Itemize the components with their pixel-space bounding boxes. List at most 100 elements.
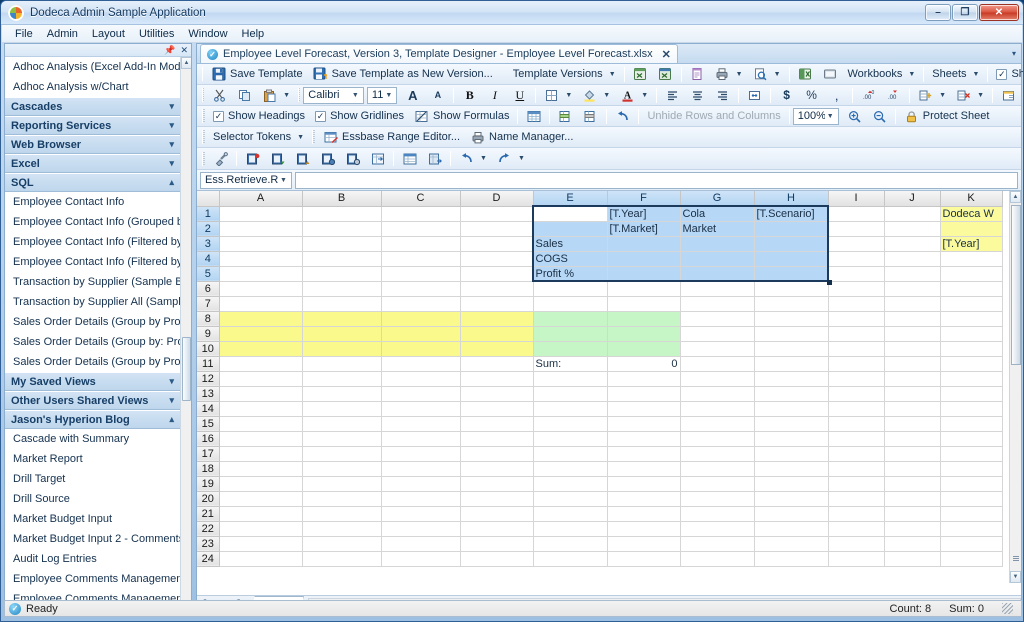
cell-A17[interactable]	[219, 446, 303, 462]
cell-H21[interactable]	[754, 506, 829, 522]
cell-F23[interactable]	[607, 536, 681, 552]
tree-scroll-thumb[interactable]	[182, 337, 191, 401]
row-header-12[interactable]: 12	[197, 371, 220, 387]
cell-H8[interactable]	[754, 311, 829, 327]
align-center-button[interactable]	[685, 86, 710, 105]
cell-J8[interactable]	[884, 311, 941, 327]
remove-only-button[interactable]	[340, 149, 365, 168]
column-header-j[interactable]: J	[884, 191, 941, 207]
cell-G4[interactable]	[680, 251, 755, 267]
cell-I5[interactable]	[828, 266, 885, 282]
close-button[interactable]: ✕	[979, 4, 1019, 21]
underline-button[interactable]: U	[507, 86, 532, 105]
cell-I7[interactable]	[828, 296, 885, 312]
cell-D22[interactable]	[460, 521, 534, 537]
cell-D9[interactable]	[460, 326, 534, 342]
row-header-16[interactable]: 16	[197, 431, 220, 447]
cell-J15[interactable]	[884, 416, 941, 432]
grid-vscroll-thumb[interactable]	[1011, 205, 1021, 365]
cell-K22[interactable]	[940, 521, 1003, 537]
cell-B17[interactable]	[302, 446, 382, 462]
scroll-up-icon[interactable]: ▲	[1010, 191, 1021, 203]
fill-color-button[interactable]: ▼	[577, 86, 615, 105]
cell-G12[interactable]	[680, 371, 755, 387]
cell-B22[interactable]	[302, 521, 382, 537]
row-header-24[interactable]: 24	[197, 551, 220, 567]
cell-F16[interactable]	[607, 431, 681, 447]
cell-K12[interactable]	[940, 371, 1003, 387]
cell-E17[interactable]	[533, 446, 608, 462]
cell-B8[interactable]	[302, 311, 382, 327]
cell-H3[interactable]	[754, 236, 829, 252]
cut-button[interactable]	[207, 86, 232, 105]
cell-G16[interactable]	[680, 431, 755, 447]
cell-F19[interactable]	[607, 476, 681, 492]
tree-item[interactable]: Drill Target	[5, 469, 180, 489]
resize-grip-icon[interactable]	[1002, 603, 1013, 614]
chevron-down-icon[interactable]: ▼	[825, 113, 836, 120]
unhide-rows-and-columns-button[interactable]: Unhide Rows and Columns	[642, 107, 785, 126]
cell-A1[interactable]	[219, 206, 303, 222]
toolbar-grip[interactable]	[202, 151, 205, 166]
cell-F9[interactable]	[607, 326, 681, 342]
cell-K19[interactable]	[940, 476, 1003, 492]
cell-C24[interactable]	[381, 551, 461, 567]
tree-item[interactable]: Employee Contact Info	[5, 192, 180, 212]
toolbar-grip[interactable]	[202, 130, 205, 144]
essbase-redo-button[interactable]: ▼	[492, 149, 530, 168]
column-header-c[interactable]: C	[381, 191, 461, 207]
toolbar-grip[interactable]	[298, 88, 301, 102]
template-versions-dropdown[interactable]: Template Versions ▼	[508, 65, 621, 84]
cell-C18[interactable]	[381, 461, 461, 477]
cell-F15[interactable]	[607, 416, 681, 432]
cell-C9[interactable]	[381, 326, 461, 342]
cell-D6[interactable]	[460, 281, 534, 297]
cell-E1[interactable]	[533, 206, 608, 222]
cell-I17[interactable]	[828, 446, 885, 462]
cell-J16[interactable]	[884, 431, 941, 447]
delete-sheet-rows-button[interactable]	[578, 107, 603, 126]
cell-F8[interactable]	[607, 311, 681, 327]
cell-E23[interactable]	[533, 536, 608, 552]
cell-H12[interactable]	[754, 371, 829, 387]
cell-D5[interactable]	[460, 266, 534, 282]
cell-C1[interactable]	[381, 206, 461, 222]
cell-D23[interactable]	[460, 536, 534, 552]
cell-K10[interactable]	[940, 341, 1003, 357]
cell-B14[interactable]	[302, 401, 382, 417]
cell-C21[interactable]	[381, 506, 461, 522]
cell-C14[interactable]	[381, 401, 461, 417]
cell-J1[interactable]	[884, 206, 941, 222]
cell-K9[interactable]	[940, 326, 1003, 342]
column-header-g[interactable]: G	[680, 191, 755, 207]
insert-cells-button[interactable]: ▼	[913, 86, 951, 105]
cell-E11[interactable]: Sum:	[533, 356, 608, 372]
cell-D21[interactable]	[460, 506, 534, 522]
cell-J13[interactable]	[884, 386, 941, 402]
cell-G23[interactable]	[680, 536, 755, 552]
cell-D19[interactable]	[460, 476, 534, 492]
cell-J20[interactable]	[884, 491, 941, 507]
import-from-excel-button[interactable]	[653, 65, 678, 84]
cell-G22[interactable]	[680, 521, 755, 537]
row-header-7[interactable]: 7	[197, 296, 220, 312]
cell-B12[interactable]	[302, 371, 382, 387]
cell-D7[interactable]	[460, 296, 534, 312]
borders-button[interactable]: ▼	[539, 86, 577, 105]
cell-F6[interactable]	[607, 281, 681, 297]
format-cells-button[interactable]	[996, 86, 1021, 105]
cell-C15[interactable]	[381, 416, 461, 432]
cell-K5[interactable]	[940, 266, 1003, 282]
cell-G8[interactable]	[680, 311, 755, 327]
formula-input[interactable]	[295, 171, 1018, 189]
currency-format-button[interactable]: $	[774, 86, 799, 105]
cell-J3[interactable]	[884, 236, 941, 252]
cell-I19[interactable]	[828, 476, 885, 492]
cell-F4[interactable]	[607, 251, 681, 267]
comma-format-button[interactable]: ,	[824, 86, 849, 105]
zoom-in-member-button[interactable]	[265, 149, 290, 168]
cell-K17[interactable]	[940, 446, 1003, 462]
row-header-19[interactable]: 19	[197, 476, 220, 492]
cell-J18[interactable]	[884, 461, 941, 477]
tree-group-excel[interactable]: Excel ▾	[5, 154, 180, 173]
